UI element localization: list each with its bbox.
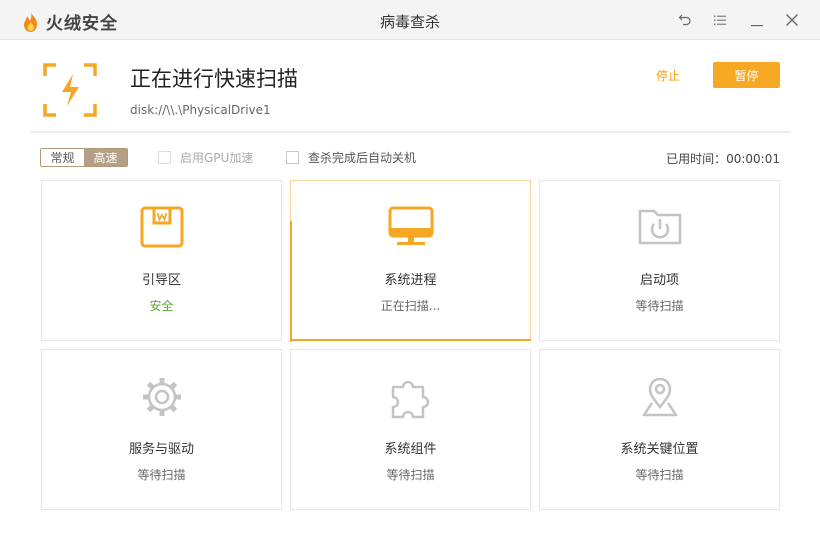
shutdown-checkbox-box[interactable] [286,151,299,164]
stop-button[interactable]: 停止 [656,67,680,84]
scan-item-name: 启动项 [639,273,679,288]
title-bar: 火绒安全 病毒查杀 [0,0,820,40]
scan-item-name: 服务与驱动 [128,442,194,457]
scan-item-status: 等待扫描 [635,299,684,313]
shutdown-checkbox-label: 查杀完成后自动关机 [308,151,417,165]
scan-item-status: 安全 [149,299,174,313]
header-divider [30,131,790,133]
scan-item-system-process: 系统进程 正在扫描... [290,180,531,342]
location-pin-icon [642,377,677,417]
scan-item-startup: 启动项 等待扫描 [539,180,780,341]
scan-item-status: 等待扫描 [386,468,435,482]
elapsed-time: 已用时间：00:00:01 [666,152,780,166]
scan-item-system-components: 系统组件 等待扫描 [290,349,531,510]
scan-current-path: disk://\\.\PhysicalDrive1 [130,103,271,117]
gpu-checkbox-label: 启用GPU加速 [180,151,254,165]
quick-scan-icon [43,63,97,117]
mode-normal-option[interactable]: 常规 [41,149,84,166]
startup-folder-icon [638,209,681,245]
close-button[interactable] [782,10,802,30]
auto-shutdown-checkbox[interactable]: 查杀完成后自动关机 [286,149,416,166]
close-icon [786,14,798,26]
window-title: 病毒查杀 [379,13,440,31]
gear-icon [142,378,181,416]
scan-item-key-locations: 系统关键位置 等待扫描 [539,349,780,510]
scan-item-boot-sector: 引导区 安全 [41,180,282,341]
scan-item-name: 系统进程 [384,273,437,288]
scan-title: 正在进行快速扫描 [130,67,298,91]
monitor-icon [388,206,433,245]
scan-item-name: 系统关键位置 [620,442,699,457]
mode-fast-option[interactable]: 高速 [84,149,127,166]
minimize-icon [751,25,763,27]
scan-item-name: 引导区 [141,273,181,288]
scan-item-status: 正在扫描... [380,299,441,313]
boot-sector-icon [140,206,183,248]
scan-item-status: 等待扫描 [635,468,684,482]
menu-icon [714,15,726,25]
menu-button[interactable] [710,10,730,30]
scan-item-status: 等待扫描 [137,468,186,482]
gpu-checkbox-box[interactable] [158,151,171,164]
gpu-acceleration-checkbox[interactable]: 启用GPU加速 [158,149,253,166]
scan-item-services-drivers: 服务与驱动 等待扫描 [41,349,282,510]
pause-button[interactable]: 暂停 [713,62,780,88]
back-button[interactable] [675,10,695,30]
back-icon [678,14,691,26]
minimize-button[interactable] [747,10,767,30]
scan-mode-toggle: 常规 高速 [40,148,128,167]
scan-item-name: 系统组件 [384,442,437,457]
puzzle-icon [391,380,429,419]
